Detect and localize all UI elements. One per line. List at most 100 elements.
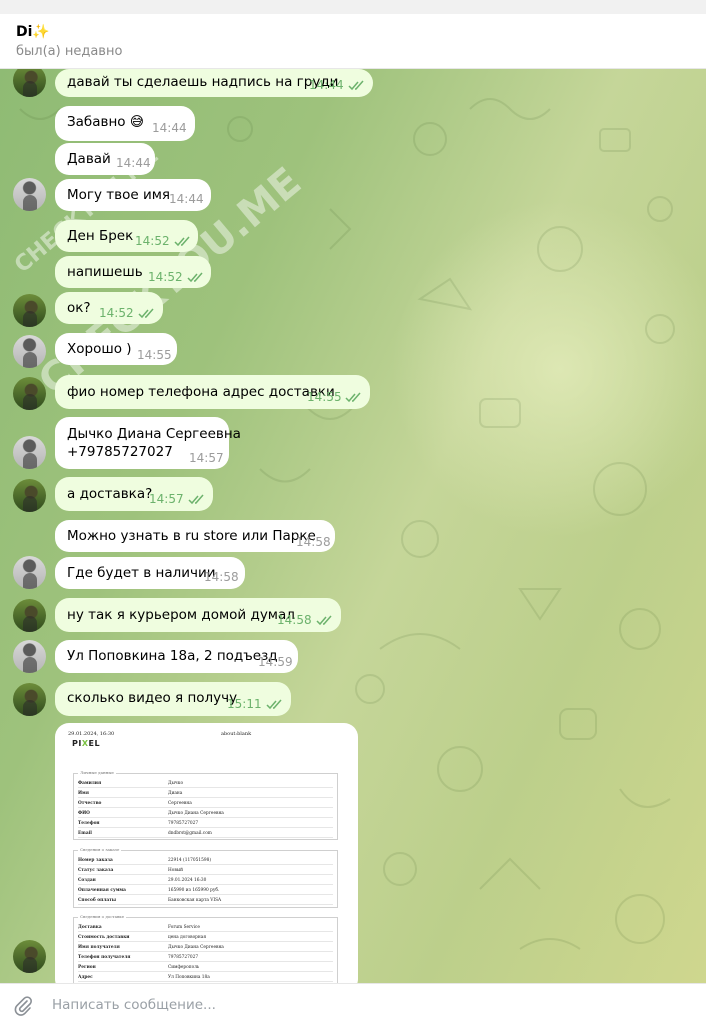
message-bubble-incoming[interactable]: Давай 14:44 xyxy=(55,143,155,175)
doc-section-personal: Личные данные Фамилия Дычко Имя Диана Отче… xyxy=(73,770,338,840)
avatar[interactable] xyxy=(13,178,46,211)
paperclip-icon[interactable] xyxy=(12,995,34,1017)
message-bubble-outgoing[interactable]: напишешь 14:52 xyxy=(55,256,211,288)
message-time: 14:58 xyxy=(204,570,239,584)
message-text: Хорошо ) xyxy=(67,341,132,357)
doc-row: Фамилия Дычко xyxy=(78,778,333,788)
message-time: 14:44 xyxy=(152,121,187,135)
doc-url: about:blank xyxy=(221,731,252,737)
message-bubble-incoming[interactable]: Хорошо ) 14:55 xyxy=(55,333,177,365)
doc-section-order: Сведения о заказе Номер заказа 22914 (117… xyxy=(73,847,338,908)
doc-row: Телефон 79785727027 xyxy=(78,818,333,828)
avatar[interactable] xyxy=(13,294,46,327)
message-bubble-incoming[interactable]: Могу твое имя 14:44 xyxy=(55,179,211,211)
avatar[interactable] xyxy=(13,335,46,368)
doc-row: Имя Диана xyxy=(78,788,333,798)
avatar[interactable] xyxy=(13,436,46,469)
message-time: 14:58 xyxy=(296,535,331,549)
avatar[interactable] xyxy=(13,599,46,632)
avatar[interactable] xyxy=(13,940,46,973)
message-bubble-outgoing[interactable]: ну так я курьером домой думал 14:58 xyxy=(55,598,341,632)
pixel-logo: PIXEL xyxy=(72,739,101,748)
message-text: Дычко Диана Сергеевна xyxy=(67,426,241,442)
message-bubble-outgoing[interactable]: Ден Брек 14:52 xyxy=(55,220,198,252)
message-text-line2: +79785727027 xyxy=(67,444,173,460)
message-time: 14:52 xyxy=(135,234,170,248)
message-text: Ден Брек xyxy=(67,228,134,244)
avatar[interactable] xyxy=(13,479,46,512)
doc-row: Оплаченная сумма 165990 из 165990 руб. xyxy=(78,885,333,895)
doc-row: Стоимость доставки цена договорная xyxy=(78,932,333,942)
message-time: 14:52 xyxy=(148,270,183,284)
message-composer[interactable]: Написать сообщение... xyxy=(0,983,706,1028)
double-check-icon xyxy=(187,272,203,283)
doc-row: Регион Симферополь xyxy=(78,962,333,972)
doc-row: Способ оплаты Банковская карта VISA xyxy=(78,895,333,905)
double-check-icon xyxy=(138,308,154,319)
order-document-screenshot: 29.01.2024, 16:30 about:blank PIXEL Личн… xyxy=(55,723,358,983)
section-title: Сведения о заказе xyxy=(78,847,122,852)
message-bubble-outgoing[interactable]: сколько видео я получу 15:11 xyxy=(55,682,291,716)
avatar[interactable] xyxy=(13,556,46,589)
message-time: 14:44 xyxy=(309,78,344,92)
message-time: 14:57 xyxy=(149,492,184,506)
avatar[interactable] xyxy=(13,683,46,716)
message-text: сколько видео я получу xyxy=(67,690,238,706)
avatar[interactable] xyxy=(13,377,46,410)
message-input[interactable]: Написать сообщение... xyxy=(52,997,216,1013)
message-time: 14:44 xyxy=(169,192,204,206)
double-check-icon xyxy=(348,80,364,91)
doc-timestamp: 29.01.2024, 16:30 xyxy=(68,731,115,737)
last-seen-status: был(а) недавно xyxy=(16,44,123,59)
message-time: 14:44 xyxy=(116,156,151,170)
message-bubble-incoming[interactable]: Забавно 😅 14:44 xyxy=(55,106,195,141)
window-top-strip xyxy=(0,0,706,14)
doc-row: Номер заказа 22914 (117051598) xyxy=(78,855,333,865)
doc-row: Статус заказа Новый xyxy=(78,865,333,875)
message-list[interactable]: CHECKYOU.ME CHECKYOU.ME давай ты сделаеш… xyxy=(0,69,706,983)
message-bubble-outgoing[interactable]: давай ты сделаешь надпись на груди 14:44 xyxy=(55,69,373,97)
doc-row: ФИО Дычко Диана Сергеевна xyxy=(78,808,333,818)
doc-section-delivery: Сведения о доставке Доставка Forum Servic… xyxy=(73,914,338,983)
doc-row: Имя получателя Дычко Диана Сергеевна xyxy=(78,942,333,952)
avatar[interactable] xyxy=(13,640,46,673)
message-text: Ул Поповкина 18а, 2 подъезд xyxy=(67,648,278,664)
double-check-icon xyxy=(345,392,361,403)
double-check-icon xyxy=(188,494,204,505)
message-text: давай ты сделаешь надпись на груди xyxy=(67,74,339,90)
message-bubble-incoming[interactable]: Можно узнать в ru store или Парке 14:58 xyxy=(55,520,335,552)
chat-title[interactable]: Di✨ xyxy=(16,24,50,40)
section-title: Сведения о доставке xyxy=(78,914,127,919)
message-bubble-incoming[interactable]: Дычко Диана Сергеевна +79785727027 14:57 xyxy=(55,417,241,469)
double-check-icon xyxy=(316,615,332,626)
section-title: Личные данные xyxy=(78,770,116,775)
message-text: Давай xyxy=(67,151,111,167)
doc-row: Доставка Forum Service xyxy=(78,922,333,932)
message-text: Где будет в наличии xyxy=(67,565,216,581)
double-check-icon xyxy=(174,236,190,247)
message-bubble-incoming[interactable]: Где будет в наличии 14:58 xyxy=(55,557,245,589)
message-time: 14:55 xyxy=(137,348,172,362)
message-bubble-incoming[interactable]: Ул Поповкина 18а, 2 подъезд 14:59 xyxy=(55,640,298,673)
message-text: Можно узнать в ru store или Парке xyxy=(67,528,316,544)
message-text: Могу твое имя xyxy=(67,187,171,203)
doc-row: Отчество Сергеевна xyxy=(78,798,333,808)
doc-row: Создан 29.01.2024 16:30 xyxy=(78,875,333,885)
message-time: 14:59 xyxy=(258,655,293,669)
message-time: 14:55 xyxy=(307,390,342,404)
message-text: ну так я курьером домой думал xyxy=(67,607,295,623)
message-bubble-outgoing[interactable]: фио номер телефона адрес доставки 14:55 xyxy=(55,375,370,409)
chat-header[interactable]: Di✨ был(а) недавно xyxy=(0,14,706,69)
message-text: фио номер телефона адрес доставки xyxy=(67,384,335,400)
doc-row: Email dndbrst@gmail.com xyxy=(78,828,333,838)
message-time: 14:58 xyxy=(277,613,312,627)
message-time: 15:11 xyxy=(227,697,262,711)
doc-row: Адрес Ул Поповкина 18а xyxy=(78,972,333,982)
message-bubble-outgoing[interactable]: ок? 14:52 xyxy=(55,292,163,324)
message-text: ок? xyxy=(67,300,91,316)
message-text: Забавно 😅 xyxy=(67,114,144,130)
doc-row: Телефон получателя 79785727027 xyxy=(78,952,333,962)
image-message[interactable]: 29.01.2024, 16:30 about:blank PIXEL Личн… xyxy=(55,723,358,983)
message-bubble-outgoing[interactable]: а доставка? 14:57 xyxy=(55,477,213,511)
message-text: а доставка? xyxy=(67,486,153,502)
